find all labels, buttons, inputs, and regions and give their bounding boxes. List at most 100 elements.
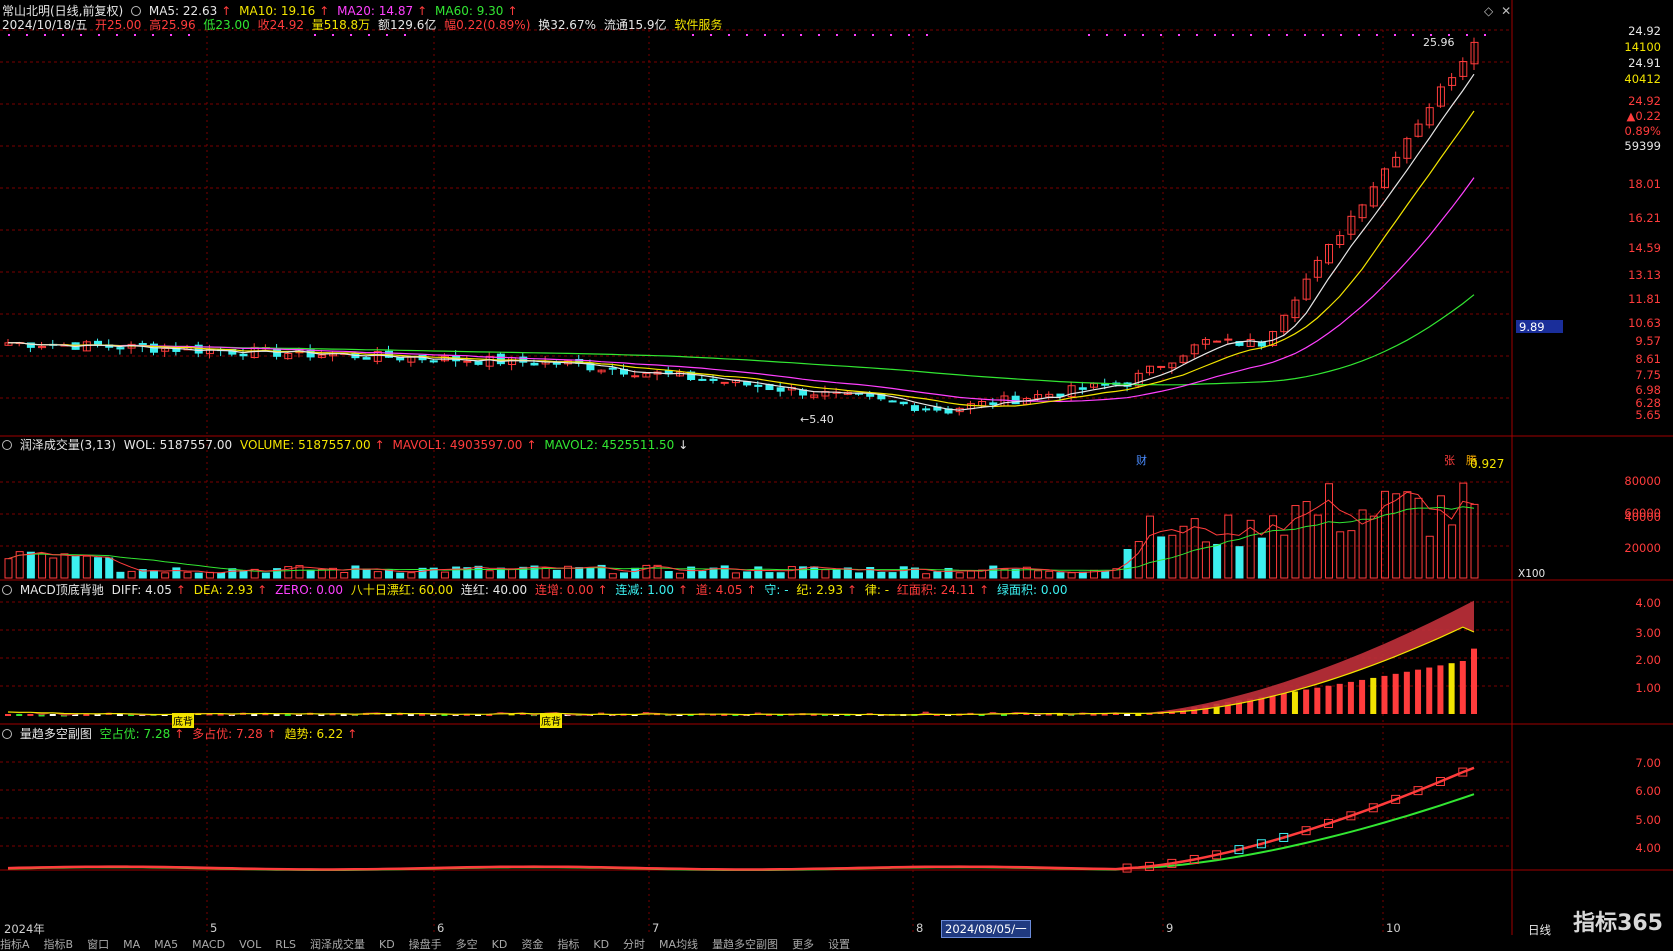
- bottom-tab[interactable]: MA均线: [659, 938, 698, 951]
- bottom-tab[interactable]: 窗口: [87, 938, 109, 951]
- up-arrow-icon: ↑: [374, 438, 385, 452]
- bottom-tab[interactable]: MA5: [154, 938, 178, 951]
- candle-body: [530, 362, 539, 366]
- bottom-tab[interactable]: RLS: [275, 938, 296, 951]
- volume-bar: [1145, 515, 1154, 579]
- window-controls: ◇ ✕: [1484, 4, 1511, 18]
- logo-text: 指标365: [1573, 911, 1663, 936]
- bottom-tab[interactable]: 更多: [792, 938, 814, 951]
- stock-title[interactable]: 常山北明(日线,前复权): [2, 4, 123, 18]
- volume-bar: [26, 551, 35, 579]
- volume-ratio: 0.927: [1470, 457, 1505, 471]
- volume-bar: [172, 567, 181, 579]
- quote-volume: 量518.8万: [311, 18, 371, 32]
- bottom-tab[interactable]: MA: [123, 938, 140, 951]
- vol-tick: 20000: [1624, 541, 1661, 555]
- volume-bar: [821, 569, 830, 579]
- volume-bar: [38, 552, 47, 579]
- bottom-tab[interactable]: 操盘手: [409, 938, 442, 951]
- finance-badge[interactable]: 财: [1136, 452, 1147, 468]
- volume-bar: [575, 567, 584, 579]
- bottom-tab[interactable]: 分时: [623, 938, 645, 951]
- bottom-tab[interactable]: 多空: [456, 938, 478, 951]
- kline-chart-canvas[interactable]: [0, 0, 1673, 951]
- volume-bar: [116, 571, 125, 579]
- volume-bar: [340, 571, 349, 579]
- trend-kong: 空占优: 7.28: [99, 727, 171, 741]
- bottom-tab[interactable]: KD: [593, 938, 609, 951]
- bottom-tab[interactable]: 资金: [521, 938, 543, 951]
- quote-float: 流通15.9亿: [603, 18, 667, 32]
- volume-bar: [743, 571, 752, 579]
- x-cursor-date: 2024/08/05/一: [941, 920, 1031, 938]
- bottom-tab[interactable]: VOL: [239, 938, 261, 951]
- bottom-tab[interactable]: KD: [379, 938, 395, 951]
- candle-body: [463, 360, 472, 363]
- settings-circle-icon[interactable]: [131, 6, 142, 16]
- bottom-tab[interactable]: 量趋多空副图: [712, 938, 778, 951]
- volume-bar: [1280, 534, 1289, 579]
- limit-up-badge[interactable]: 张: [1444, 452, 1455, 468]
- signal-dot: [8, 34, 10, 36]
- volume-bar: [407, 572, 416, 579]
- signal-dot: [350, 34, 352, 36]
- bottom-tab[interactable]: MACD: [192, 938, 225, 951]
- macd-histogram-bar: [1359, 679, 1366, 714]
- down-arrow-icon: ↓: [678, 438, 689, 452]
- signal-dot: [800, 34, 802, 36]
- up-arrow-icon: ↑: [174, 727, 185, 741]
- settings-circle-icon[interactable]: [2, 729, 12, 739]
- bottom-tab[interactable]: 指标A: [0, 938, 30, 951]
- signal-dot: [1124, 34, 1126, 36]
- volume-bar: [1448, 524, 1457, 579]
- volume-bar: [362, 568, 371, 579]
- period-label[interactable]: 日线: [1528, 922, 1551, 938]
- diamond-icon[interactable]: ◇: [1484, 4, 1493, 18]
- signal-dot: [1196, 34, 1198, 36]
- signal-dot: [1466, 34, 1468, 36]
- close-icon[interactable]: ✕: [1501, 4, 1511, 18]
- bottom-tab[interactable]: KD: [492, 938, 508, 951]
- volume-bar: [60, 553, 69, 579]
- bottom-tab[interactable]: 指标: [557, 938, 579, 951]
- low-marker-arrow: ←5.40: [800, 413, 834, 426]
- macd-histogram-bar: [1381, 675, 1388, 714]
- quote-line: 2024/10/18/五 开25.00 高25.96 低23.00 收24.92…: [2, 17, 726, 33]
- volume-bar: [855, 572, 864, 579]
- settings-circle-icon[interactable]: [2, 585, 12, 595]
- macd-bashi: 八十日漂红: 60.00: [350, 583, 454, 597]
- signal-dot: [1304, 34, 1306, 36]
- signal-dot: [332, 34, 334, 36]
- signal-dot: [908, 34, 910, 36]
- axis-change-pct: 0.89%: [1624, 124, 1661, 138]
- axis-volume-2: 40412: [1624, 72, 1661, 86]
- quote-industry[interactable]: 软件服务: [674, 18, 722, 32]
- candle-body: [631, 375, 640, 378]
- price-tick: 5.65: [1635, 408, 1661, 422]
- axis-close-price: 24.92: [1628, 94, 1661, 108]
- signal-dot: [926, 34, 928, 36]
- bottom-tab[interactable]: 设置: [828, 938, 850, 951]
- macd-shou: 守: -: [764, 583, 789, 597]
- price-tick: 8.61: [1635, 352, 1661, 366]
- volume-bar: [194, 572, 203, 579]
- candle-body: [608, 367, 617, 370]
- macd-histogram-bar: [1392, 673, 1399, 714]
- settings-circle-icon[interactable]: [2, 440, 12, 450]
- candle-body: [429, 360, 438, 363]
- bottom-tab[interactable]: 指标B: [44, 938, 74, 951]
- trend-panel-title[interactable]: 量趋多空副图: [20, 727, 92, 741]
- up-arrow-icon: ↑: [597, 583, 608, 597]
- candle-body: [888, 400, 897, 403]
- macd-tick: 3.00: [1635, 626, 1661, 640]
- price-tick: 9.57: [1635, 334, 1661, 348]
- signal-dot: [1160, 34, 1162, 36]
- volume-bar: [631, 567, 640, 579]
- volume-panel-title[interactable]: 润泽成交量(3,13): [20, 438, 116, 452]
- volume-bar: [586, 567, 595, 579]
- volume-unit: X100: [1518, 568, 1546, 580]
- candle-body: [899, 401, 908, 405]
- bottom-tab[interactable]: 润泽成交量: [310, 938, 365, 951]
- macd-panel-title[interactable]: MACD顶底背驰: [20, 583, 104, 597]
- macd-histogram-bar: [1415, 669, 1422, 714]
